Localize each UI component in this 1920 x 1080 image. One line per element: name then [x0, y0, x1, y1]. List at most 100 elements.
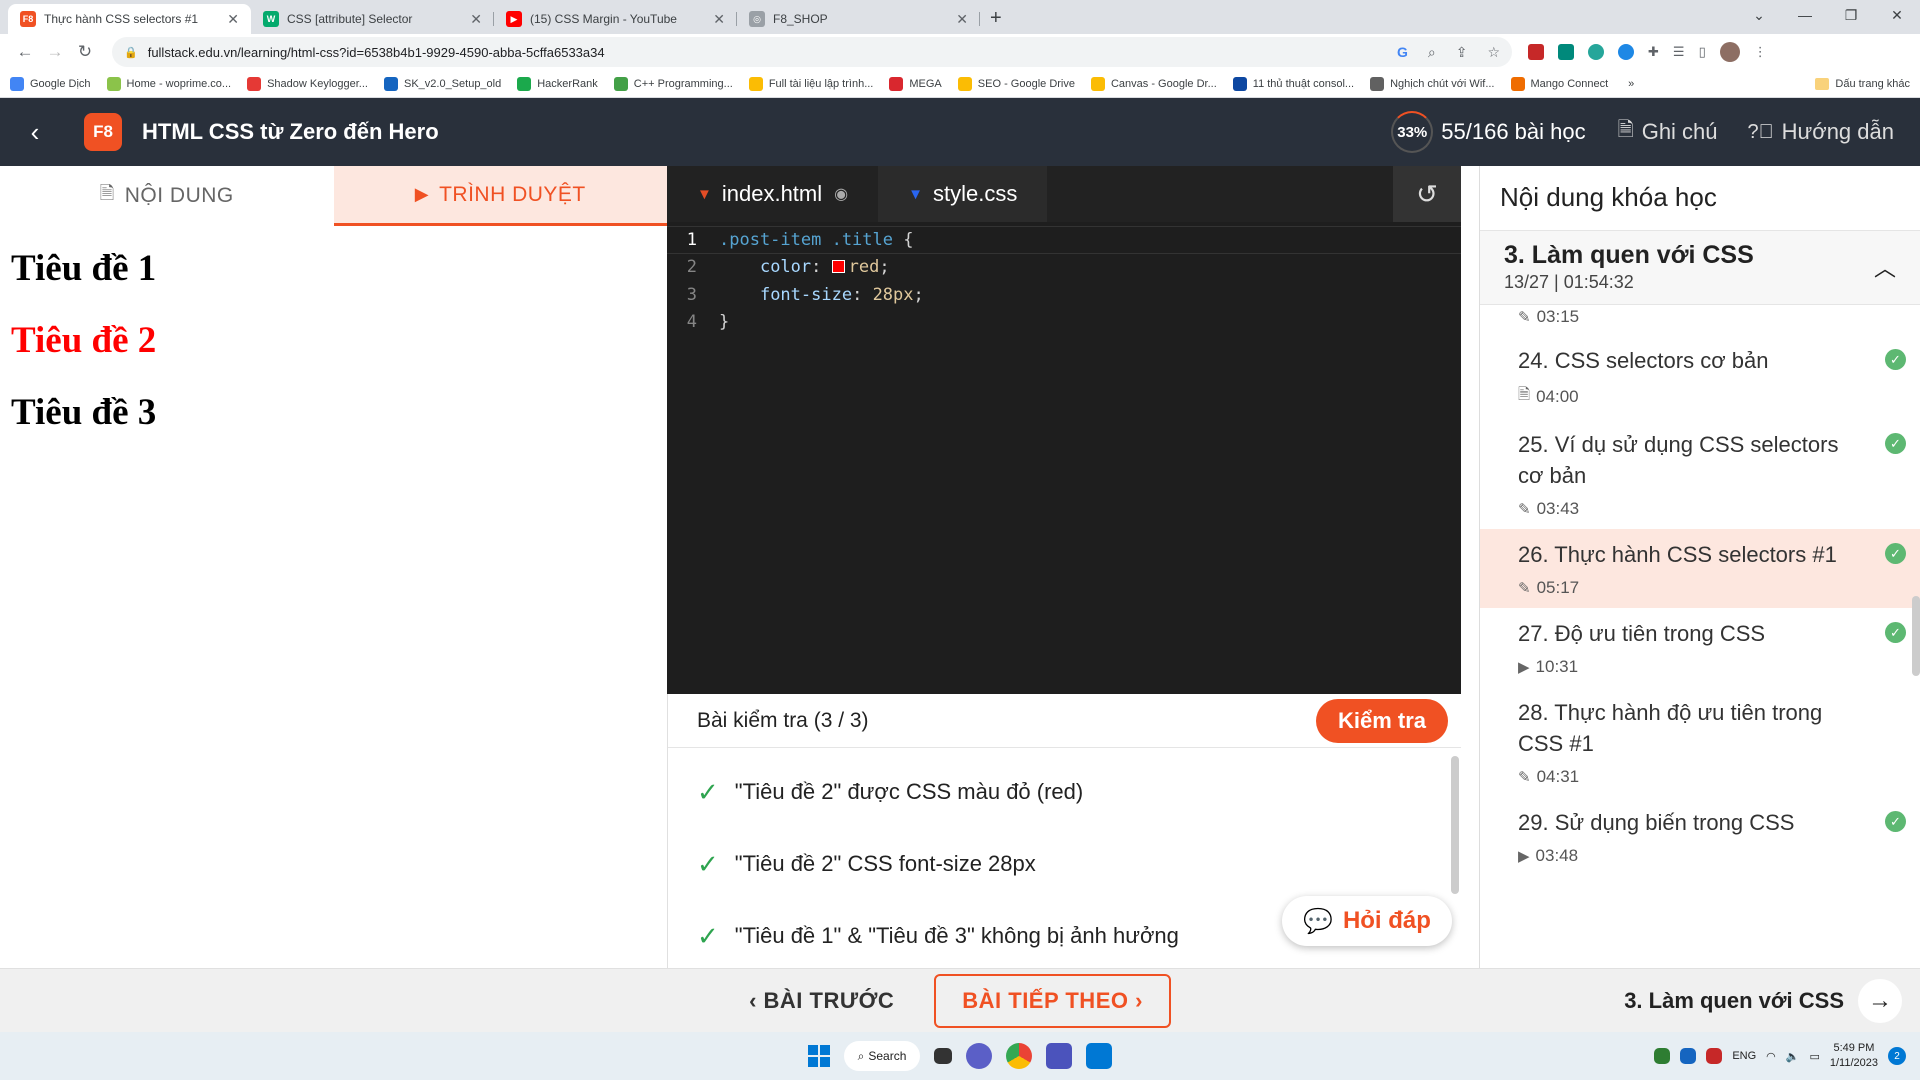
bookmark-item[interactable]: Nghịch chút với Wif...	[1370, 76, 1495, 91]
bookmark-item[interactable]: Full tài liệu lập trình...	[748, 76, 873, 91]
extension-green-icon[interactable]	[1558, 44, 1574, 60]
lesson-item[interactable]: 27. Độ ưu tiên trong CSS ▶ 10:31 ✓	[1480, 608, 1920, 687]
volume-icon[interactable]: 🔈	[1786, 1050, 1800, 1063]
bookmark-item[interactable]: SEO - Google Drive	[957, 76, 1075, 91]
extension-teal-icon[interactable]	[1588, 44, 1604, 60]
reading-list-icon[interactable]: ☰	[1673, 44, 1685, 60]
side-panel-icon[interactable]: ▯	[1699, 44, 1706, 60]
forward-arrow-icon[interactable]: →	[40, 42, 70, 62]
lesson-item[interactable]: 24. CSS selectors cơ bản 🗎 04:00 ✓	[1480, 335, 1920, 419]
browser-tab[interactable]: W CSS [attribute] Selector ✕	[251, 4, 494, 34]
check-button[interactable]: Kiểm tra	[1315, 698, 1448, 743]
wifi-icon[interactable]: ◠	[1766, 1050, 1776, 1063]
lesson-item[interactable]: ✎ 03:15	[1480, 305, 1920, 335]
bookmark-favicon-icon	[1370, 76, 1385, 91]
guide-button[interactable]: ?⃝ Hướng dẫn	[1748, 119, 1894, 145]
maximize-button[interactable]: ❐	[1828, 7, 1874, 24]
bookmark-item[interactable]: HackerRank	[517, 76, 598, 91]
guide-label: Hướng dẫn	[1781, 119, 1894, 144]
bookmark-item[interactable]: C++ Programming...	[613, 76, 733, 91]
notes-button[interactable]: 🗎 Ghi chú	[1618, 115, 1718, 149]
quiz-scrollbar[interactable]	[1451, 756, 1459, 894]
chapter-toggle[interactable]: 3. Làm quen với CSS →	[1624, 978, 1902, 1023]
bookmark-favicon-icon	[1510, 76, 1525, 91]
teams-chat-icon[interactable]	[966, 1043, 992, 1069]
lesson-item[interactable]: 29. Sử dụng biến trong CSS ▶ 03:48 ✓	[1480, 797, 1920, 876]
language-indicator[interactable]: ENG	[1732, 1050, 1756, 1062]
extension-shield-icon[interactable]	[1618, 44, 1634, 60]
close-window-button[interactable]: ✕	[1874, 7, 1920, 24]
tab-style-css[interactable]: ▼ style.css	[878, 166, 1048, 222]
bookmark-item[interactable]: Google Dịch	[10, 76, 91, 91]
address-bar[interactable]: 🔒 fullstack.edu.vn/learning/html-css?id=…	[112, 37, 1512, 67]
preview-heading-3: Tiêu đề 3	[11, 392, 157, 433]
check-icon: ✓	[697, 920, 719, 951]
section-header[interactable]: 3. Làm quen với CSS 13/27 | 01:54:32 ︿	[1480, 230, 1920, 305]
chevron-up-icon[interactable]: ︿	[1874, 251, 1896, 283]
tab-search-icon[interactable]: ⌄	[1736, 7, 1782, 24]
folder-icon	[1815, 77, 1830, 90]
menu-kebab-icon[interactable]: ⋮	[1754, 44, 1767, 60]
bookmark-item[interactable]: MEGA	[889, 76, 942, 91]
chrome-icon[interactable]	[1006, 1043, 1032, 1069]
new-tab-button[interactable]: +	[980, 7, 1012, 34]
windows-start-icon[interactable]	[808, 1045, 830, 1067]
lock-icon[interactable]: 🔒	[124, 46, 138, 59]
next-lesson-button[interactable]: BÀI TIẾP THEO ›	[934, 973, 1171, 1028]
taskbar-search[interactable]: ⌕ Search	[844, 1041, 920, 1071]
profile-avatar[interactable]	[1719, 42, 1740, 62]
browser-tab[interactable]: ◎ F8_SHOP ✕	[737, 4, 980, 34]
browser-tab-title: CSS [attribute] Selector	[287, 12, 413, 26]
extensions-puzzle-icon[interactable]: ✚	[1648, 44, 1659, 60]
vscode-icon[interactable]	[1086, 1043, 1112, 1069]
bookmark-item[interactable]: Shadow Keylogger...	[247, 76, 368, 91]
browser-tab[interactable]: F8 Thực hành CSS selectors #1 ✕	[8, 4, 251, 34]
other-bookmarks[interactable]: Dấu trang khác	[1815, 77, 1910, 90]
pencil-icon: ✎	[1518, 309, 1531, 326]
f8-logo[interactable]: F8	[84, 113, 122, 151]
tray-app-icon[interactable]	[1680, 1048, 1697, 1064]
reload-icon[interactable]: ↻	[70, 42, 100, 62]
qa-button[interactable]: 💬 Hỏi đáp	[1282, 896, 1452, 946]
lesson-item[interactable]: 28. Thực hành độ ưu tiên trong CSS #1 ✎ 04…	[1480, 687, 1920, 797]
close-tab-icon[interactable]: ✕	[713, 11, 725, 28]
arrow-right-icon[interactable]: →	[1858, 978, 1902, 1023]
teams-icon[interactable]	[1046, 1043, 1072, 1069]
minimize-button[interactable]: —	[1782, 7, 1828, 23]
tab-content[interactable]: 🗎 NỘI DUNG	[0, 166, 334, 226]
notification-badge[interactable]: 2	[1888, 1047, 1906, 1065]
share-icon[interactable]: ⇪	[1456, 44, 1468, 61]
tray-apps-icon[interactable]	[1654, 1048, 1671, 1064]
code-area[interactable]: 1 .post-item .title { 2 color: red; 3 fon…	[667, 222, 1461, 336]
close-tab-icon[interactable]: ✕	[470, 11, 482, 28]
sidebar-scrollbar[interactable]	[1912, 596, 1920, 676]
zoom-icon[interactable]: ⌕	[1428, 44, 1436, 61]
bookmark-item[interactable]: Mango Connect	[1510, 76, 1608, 91]
prev-lesson-button[interactable]: ‹ BÀI TRƯỚC	[749, 988, 894, 1014]
extension-calendar-icon[interactable]	[1528, 44, 1544, 60]
lesson-item[interactable]: 26. Thực hành CSS selectors #1 ✎ 05:17 ✓	[1480, 529, 1920, 608]
browser-tab[interactable]: ▶ (15) CSS Margin - YouTube ✕	[494, 4, 737, 34]
bookmarks-more-button[interactable]: »	[1628, 78, 1634, 90]
eye-icon[interactable]: ◉	[834, 184, 848, 204]
lesson-item[interactable]: 25. Ví dụ sử dụng CSS selectors cơ bản ✎ 0…	[1480, 419, 1920, 529]
close-tab-icon[interactable]: ✕	[227, 11, 239, 28]
task-view-icon[interactable]	[934, 1048, 952, 1064]
youtube-favicon: ▶	[506, 11, 522, 27]
tab-index-html[interactable]: ▼ index.html ◉	[667, 166, 878, 222]
close-tab-icon[interactable]: ✕	[956, 11, 968, 28]
color-swatch[interactable]	[831, 260, 845, 274]
clock[interactable]: 5:49 PM 1/11/2023	[1830, 1041, 1878, 1071]
bookmark-star-icon[interactable]: ☆	[1487, 44, 1500, 61]
bookmark-item[interactable]: Home - woprime.co...	[106, 76, 231, 91]
battery-icon[interactable]: ▭	[1809, 1050, 1819, 1063]
tray-app-icon[interactable]	[1706, 1048, 1723, 1064]
bookmark-item[interactable]: Canvas - Google Dr...	[1090, 76, 1217, 91]
tab-browser[interactable]: ▶ TRÌNH DUYỆT	[333, 166, 667, 226]
bookmark-item[interactable]: 11 thủ thuật consol...	[1232, 76, 1354, 91]
bookmark-item[interactable]: SK_v2.0_Setup_old	[383, 76, 501, 91]
google-icon[interactable]: G	[1397, 44, 1408, 61]
back-arrow-icon[interactable]: ←	[10, 42, 40, 62]
back-chevron-icon[interactable]: ‹	[0, 117, 70, 148]
reset-code-button[interactable]: ↺	[1393, 166, 1461, 222]
